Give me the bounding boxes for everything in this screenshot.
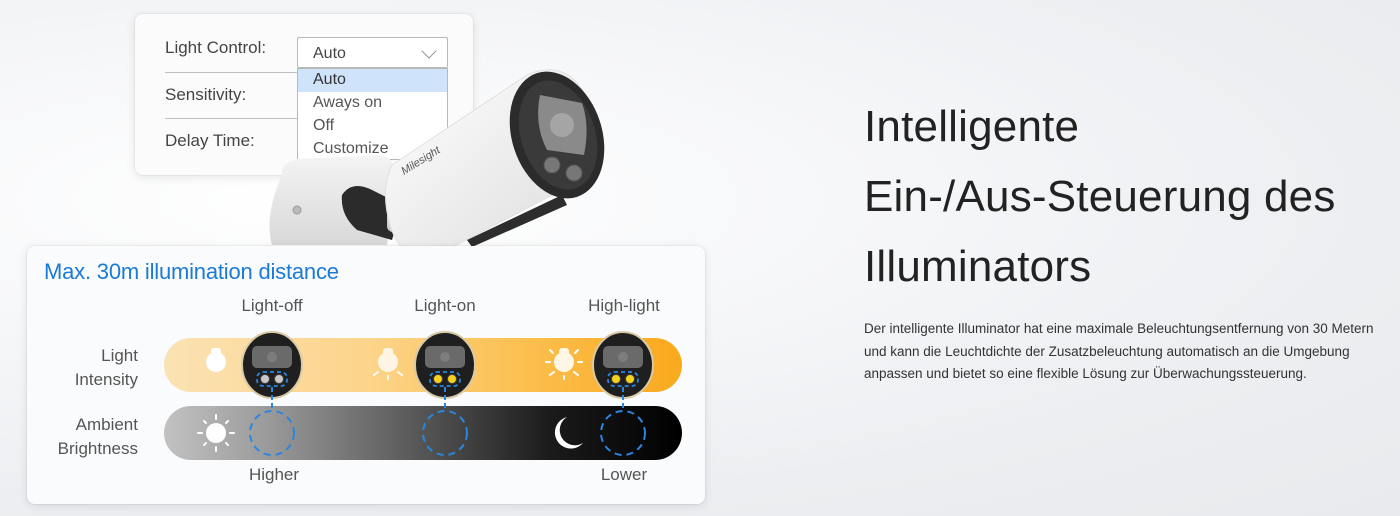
ambient-lower-label: Lower: [600, 465, 648, 484]
bulb-dim-icon: [373, 348, 403, 380]
light-control-label: Light Control:: [165, 38, 267, 57]
headline-line: Illuminators: [864, 242, 1092, 291]
ambient-higher-label: Higher: [248, 465, 300, 484]
bullet-camera-image: Milesight: [269, 69, 605, 258]
camera-face-icon-on: [414, 331, 476, 456]
dashed-target-circle: [422, 410, 468, 456]
camera-face-icon-bright: [592, 331, 654, 456]
camera-led: [565, 164, 583, 182]
sensitivity-label: Sensitivity:: [165, 85, 247, 104]
camera-led: [543, 156, 561, 174]
illumination-diagram-card: Max. 30m illumination distance Light-off…: [27, 246, 705, 504]
page-headline: Intelligente Ein-/Aus-Steuerung des Illu…: [864, 92, 1336, 302]
description-text: Der intelligente Illuminator hat eine ma…: [864, 321, 1374, 381]
bulb-bright-icon: [545, 348, 583, 380]
sun-icon: [197, 414, 235, 452]
headline-line: Ein-/Aus-Steuerung des: [864, 172, 1336, 221]
moon-icon: [554, 417, 583, 449]
camera-face-icon-off: [241, 331, 303, 456]
bulb-off-icon: [206, 348, 226, 372]
page: Light Control: Sensitivity: Delay Time: …: [0, 0, 1400, 516]
camera-lens: [550, 113, 574, 137]
headline-line: Intelligente: [864, 102, 1080, 151]
mount-screw: [292, 205, 302, 215]
dashed-target-circle: [600, 410, 646, 456]
dashed-target-circle: [249, 410, 295, 456]
delay-time-label: Delay Time:: [165, 131, 255, 150]
